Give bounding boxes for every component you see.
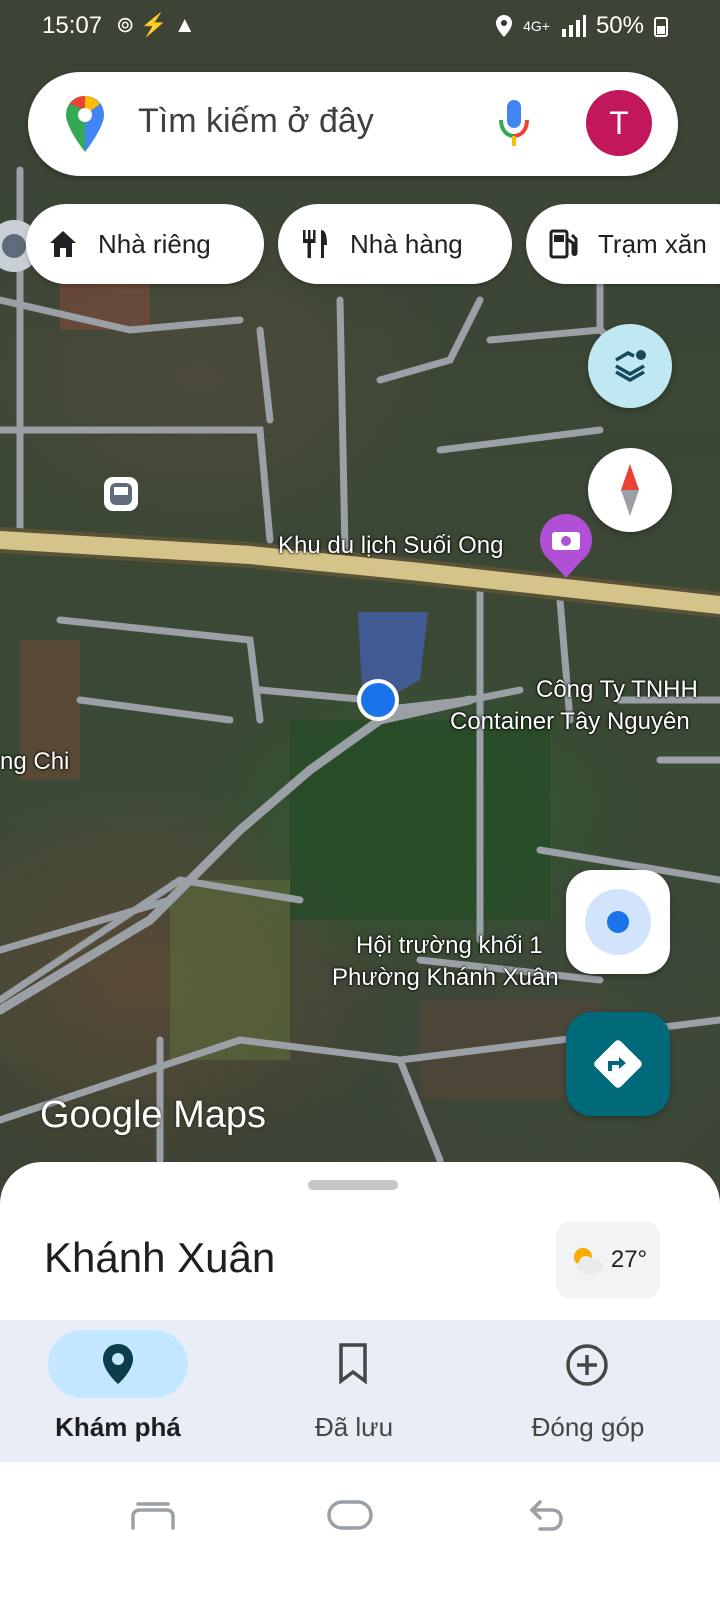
- signal-icon: [561, 15, 586, 37]
- tab-explore[interactable]: Khám phá: [30, 1320, 250, 1462]
- layers-icon: [615, 350, 646, 383]
- status-right: 4G+ 50%: [495, 12, 668, 40]
- my-location-icon: [585, 889, 651, 955]
- status-time: 15:07: [42, 12, 103, 39]
- tab-contribute[interactable]: Đóng góp: [478, 1320, 698, 1462]
- google-maps-logo: Google Maps: [40, 1094, 267, 1136]
- chip-home[interactable]: Nhà riêng: [26, 204, 264, 284]
- drag-handle[interactable]: [308, 1180, 398, 1190]
- microphone-icon[interactable]: [496, 96, 532, 150]
- bookmark-icon: [339, 1343, 367, 1384]
- poi-label[interactable]: Khu du lịch Suối Ong: [278, 532, 503, 560]
- status-bar: 15:07 ⊚⚡▲ 4G+ 50%: [0, 0, 720, 52]
- chip-home-label: Nhà riêng: [98, 228, 211, 259]
- weather-chip[interactable]: 27°: [556, 1222, 660, 1298]
- home-nav-icon[interactable]: [326, 1498, 374, 1532]
- search-bar[interactable]: Tìm kiếm ở đây T: [28, 72, 678, 176]
- temperature: 27°: [610, 1246, 648, 1273]
- directions-icon: [594, 1040, 642, 1088]
- chip-gas-station[interactable]: Trạm xăn: [526, 204, 720, 284]
- system-navigation-bar: [0, 1462, 720, 1600]
- tab-contribute-label: Đóng góp: [531, 1412, 645, 1442]
- compass-icon: [621, 464, 639, 516]
- compass-button[interactable]: [588, 448, 672, 532]
- explore-pin-icon: [103, 1344, 133, 1384]
- tab-explore-label: Khám phá: [55, 1412, 181, 1442]
- tab-saved-label: Đã lưu: [314, 1412, 394, 1442]
- chip-restaurants-label: Nhà hàng: [350, 228, 463, 259]
- home-icon: [46, 227, 80, 261]
- chip-gas-station-label: Trạm xăn: [598, 228, 707, 259]
- recent-apps-icon[interactable]: [130, 1498, 176, 1532]
- gas-station-icon: [546, 227, 580, 261]
- account-avatar[interactable]: T: [586, 90, 652, 156]
- add-circle-icon: [566, 1344, 608, 1386]
- place-label-hall-line1[interactable]: Hội trường khối 1: [356, 932, 543, 960]
- battery-percent: 50%: [595, 12, 644, 39]
- network-type: 4G+: [523, 18, 550, 34]
- search-input[interactable]: Tìm kiếm ở đây: [138, 102, 374, 141]
- status-notification-icons: ⊚⚡▲: [116, 12, 202, 37]
- battery-icon: [654, 17, 668, 37]
- place-label-company-line1[interactable]: Công Ty TNHH: [536, 676, 698, 704]
- back-icon[interactable]: [526, 1496, 566, 1534]
- location-status-icon: [496, 15, 513, 37]
- google-maps-pin-icon: [66, 96, 104, 152]
- place-label-company-line2[interactable]: Container Tây Nguyên: [450, 708, 690, 736]
- my-location-button[interactable]: [566, 870, 670, 974]
- chip-restaurants[interactable]: Nhà hàng: [278, 204, 512, 284]
- place-label-partial[interactable]: ng Chi: [0, 748, 69, 776]
- layers-button[interactable]: [588, 324, 672, 408]
- directions-button[interactable]: [566, 1012, 670, 1116]
- place-label-hall-line2[interactable]: Phường Khánh Xuân: [332, 964, 559, 992]
- bottom-navigation: Khám phá Đã lưu Đóng góp: [0, 1320, 720, 1462]
- tab-saved[interactable]: Đã lưu: [244, 1320, 464, 1462]
- area-title: Khánh Xuân: [44, 1234, 276, 1281]
- restaurant-icon: [298, 227, 332, 261]
- partly-cloudy-icon: [573, 1248, 603, 1274]
